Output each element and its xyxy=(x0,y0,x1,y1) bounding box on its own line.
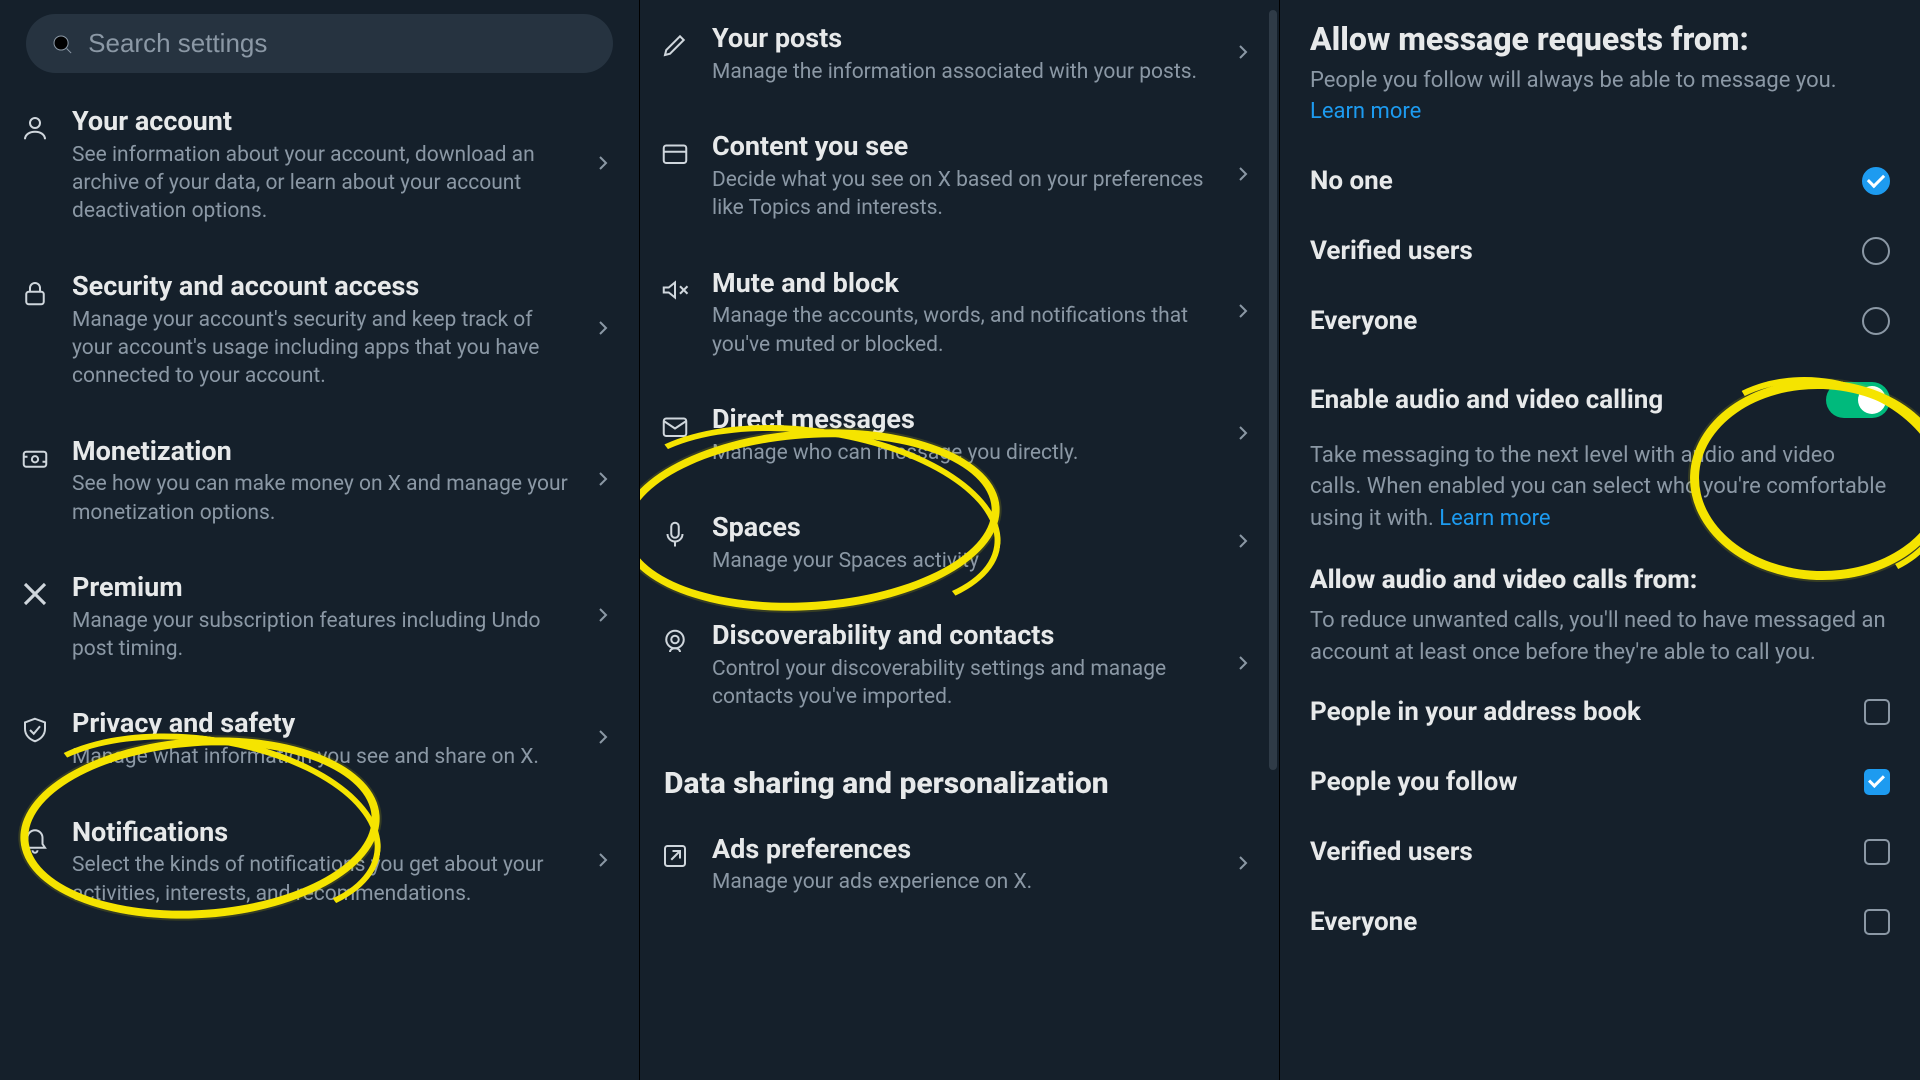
left-item-monetization[interactable]: Monetization See how you can make money … xyxy=(0,413,639,549)
mid-item-discoverability-and-contacts[interactable]: Discoverability and contacts Control you… xyxy=(640,597,1279,733)
left-item-privacy-and-safety[interactable]: Privacy and safety Manage what informati… xyxy=(0,685,639,793)
radio-label: Everyone xyxy=(1310,306,1417,336)
mid-item-direct-messages[interactable]: Direct messages Manage who can message y… xyxy=(640,381,1279,489)
check-everyone[interactable]: Everyone xyxy=(1280,887,1920,957)
chevron-right-icon xyxy=(1231,40,1255,68)
check-people-you-follow[interactable]: People you follow xyxy=(1280,747,1920,817)
mid-item-ads[interactable]: Ads preferences Manage your ads experien… xyxy=(640,811,1279,919)
row-desc: Manage the accounts, words, and notifica… xyxy=(712,302,1211,359)
row-title: Privacy and safety xyxy=(72,707,571,741)
row-desc: See information about your account, down… xyxy=(72,141,571,226)
row-desc: Manage your subscription features includ… xyxy=(72,607,571,664)
chevron-right-icon xyxy=(1231,421,1255,449)
section-data-sharing: Data sharing and personalization xyxy=(640,734,1279,811)
radio-control[interactable] xyxy=(1862,167,1890,195)
search-settings[interactable] xyxy=(26,14,613,73)
radio-everyone[interactable]: Everyone xyxy=(1280,286,1920,356)
row-title: Mute and block xyxy=(712,267,1211,301)
money-icon xyxy=(18,441,52,475)
check-people-in-your-address-book[interactable]: People in your address book xyxy=(1280,677,1920,747)
row-desc: Decide what you see on X based on your p… xyxy=(712,166,1211,223)
learn-more-link[interactable]: Learn more xyxy=(1310,99,1421,124)
mid-item-mute-and-block[interactable]: Mute and block Manage the accounts, word… xyxy=(640,245,1279,381)
allow-calls-sub: To reduce unwanted calls, you'll need to… xyxy=(1280,601,1920,677)
pencil-icon xyxy=(658,28,692,62)
row-title: Content you see xyxy=(712,130,1211,164)
left-item-notifications[interactable]: Notifications Select the kinds of notifi… xyxy=(0,794,639,930)
left-item-security-and-account-access[interactable]: Security and account access Manage your … xyxy=(0,248,639,413)
chevron-right-icon xyxy=(1231,851,1255,879)
mid-item-content-you-see[interactable]: Content you see Decide what you see on X… xyxy=(640,108,1279,244)
toggle-calling-label: Enable audio and video calling xyxy=(1310,385,1663,415)
row-desc: See how you can make money on X and mana… xyxy=(72,470,571,527)
check-verified-users[interactable]: Verified users xyxy=(1280,817,1920,887)
check-label: People in your address book xyxy=(1310,697,1641,727)
toggle-calling[interactable] xyxy=(1826,382,1890,418)
chevron-right-icon xyxy=(1231,299,1255,327)
chevron-right-icon xyxy=(591,151,615,179)
row-title: Spaces xyxy=(712,511,1211,545)
row-title: Premium xyxy=(72,571,571,605)
chevron-right-icon xyxy=(591,603,615,631)
chevron-right-icon xyxy=(591,725,615,753)
row-title: Discoverability and contacts xyxy=(712,619,1211,653)
mute-icon xyxy=(658,273,692,307)
mic-icon xyxy=(658,517,692,551)
checkbox-control[interactable] xyxy=(1864,909,1890,935)
check-label: Verified users xyxy=(1310,837,1473,867)
allow-requests-sub: People you follow will always be able to… xyxy=(1280,66,1920,146)
mid-item-spaces[interactable]: Spaces Manage your Spaces activity xyxy=(640,489,1279,597)
external-icon xyxy=(658,839,692,873)
radio-label: Verified users xyxy=(1310,236,1473,266)
row-title: Notifications xyxy=(72,816,571,850)
row-title: Your account xyxy=(72,105,571,139)
toggle-calling-desc: Take messaging to the next level with au… xyxy=(1280,428,1920,544)
chevron-right-icon xyxy=(1231,651,1255,679)
row-desc: Manage the information associated with y… xyxy=(712,58,1211,86)
radio-verified-users[interactable]: Verified users xyxy=(1280,216,1920,286)
radio-control[interactable] xyxy=(1862,237,1890,265)
mid-title: Ads preferences xyxy=(712,833,1211,867)
card-icon xyxy=(658,136,692,170)
radio-no-one[interactable]: No one xyxy=(1280,146,1920,216)
lock-icon xyxy=(18,276,52,310)
search-icon xyxy=(50,31,74,57)
bell-icon xyxy=(18,822,52,856)
chevron-right-icon xyxy=(1231,529,1255,557)
row-title: Security and account access xyxy=(72,270,571,304)
row-desc: Select the kinds of notifications you ge… xyxy=(72,851,571,908)
left-item-your-account[interactable]: Your account See information about your … xyxy=(0,83,639,248)
search-input[interactable] xyxy=(88,28,589,59)
radio-label: No one xyxy=(1310,166,1393,196)
checkbox-control[interactable] xyxy=(1864,699,1890,725)
row-desc: Manage what information you see and shar… xyxy=(72,743,571,771)
mail-icon xyxy=(658,409,692,443)
user-icon xyxy=(18,111,52,145)
chevron-right-icon xyxy=(591,848,615,876)
radio-control[interactable] xyxy=(1862,307,1890,335)
row-title: Direct messages xyxy=(712,403,1211,437)
chevron-right-icon xyxy=(591,467,615,495)
checkbox-control[interactable] xyxy=(1864,839,1890,865)
row-title: Monetization xyxy=(72,435,571,469)
shield-icon xyxy=(18,713,52,747)
mid-desc: Manage your ads experience on X. xyxy=(712,868,1211,896)
left-item-premium[interactable]: Premium Manage your subscription feature… xyxy=(0,549,639,685)
checkbox-control[interactable] xyxy=(1864,769,1890,795)
row-desc: Manage who can message you directly. xyxy=(712,439,1211,467)
chevron-right-icon xyxy=(591,316,615,344)
learn-more-link-2[interactable]: Learn more xyxy=(1439,506,1550,531)
chevron-right-icon xyxy=(1231,162,1255,190)
check-label: Everyone xyxy=(1310,907,1417,937)
row-desc: Manage your account's security and keep … xyxy=(72,306,571,391)
mid-item-your-posts[interactable]: Your posts Manage the information associ… xyxy=(640,0,1279,108)
contacts-icon xyxy=(658,625,692,659)
allow-calls-header: Allow audio and video calls from: xyxy=(1280,543,1920,601)
row-title: Your posts xyxy=(712,22,1211,56)
x-logo-icon xyxy=(18,577,52,611)
allow-requests-header: Allow message requests from: xyxy=(1280,0,1920,66)
row-desc: Control your discoverability settings an… xyxy=(712,655,1211,712)
check-label: People you follow xyxy=(1310,767,1517,797)
row-desc: Manage your Spaces activity xyxy=(712,547,1211,575)
